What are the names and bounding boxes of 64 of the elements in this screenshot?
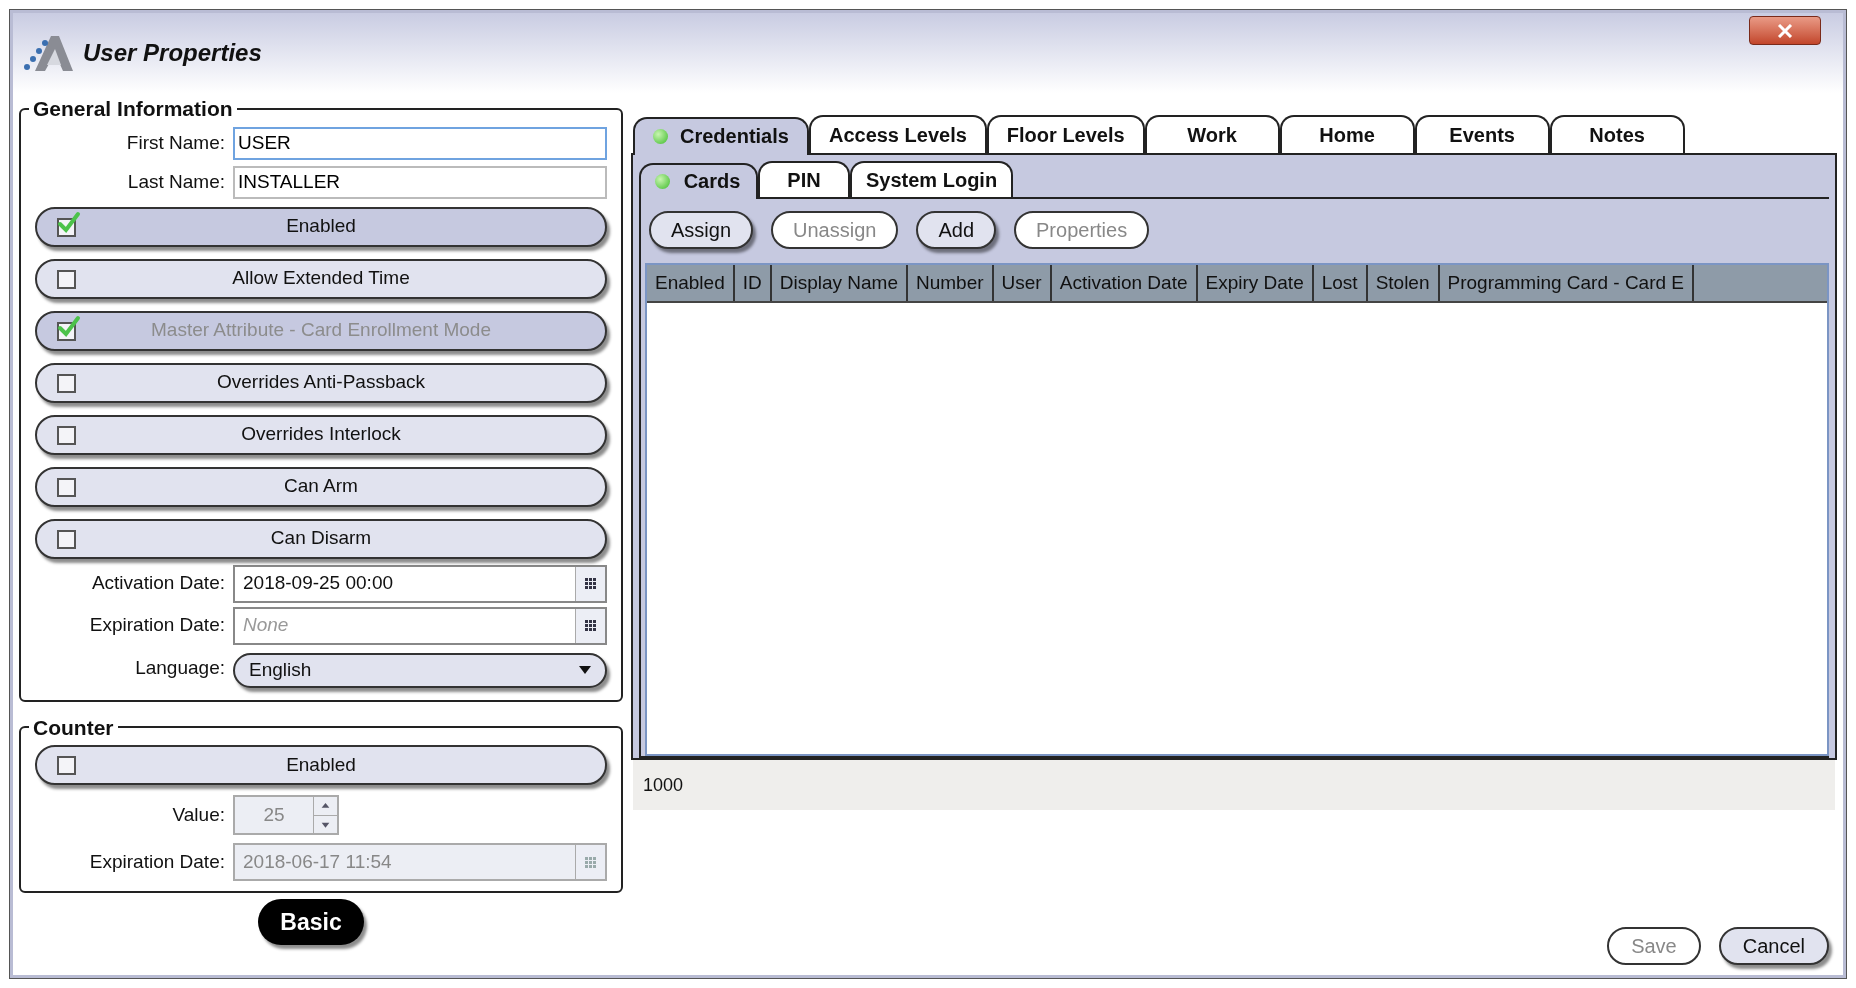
app-logo-icon: [21, 33, 73, 73]
toggle-label: Can Disarm: [269, 526, 373, 551]
column-header[interactable]: Expiry Date: [1197, 265, 1314, 301]
subtab[interactable]: PIN: [758, 161, 850, 197]
field-label: Expiration Date:: [88, 849, 225, 874]
toggle-bar[interactable]: Enabled: [35, 206, 607, 247]
toggle-bar[interactable]: Overrides Interlock: [35, 414, 607, 455]
basic-button[interactable]: Basic: [258, 899, 364, 945]
action-button[interactable]: Add: [916, 211, 996, 249]
column-header[interactable]: Stolen: [1367, 265, 1440, 301]
toggle-label: Master Attribute - Card Enrollment Mode: [150, 318, 492, 343]
toggle-label: Enabled: [285, 752, 357, 777]
toggle-label: Overrides Anti-Passback: [216, 370, 426, 395]
caret-down-icon: [579, 666, 591, 674]
tab[interactable]: Home: [1279, 115, 1415, 153]
field-label: Last Name:: [126, 169, 225, 194]
field-label: Value:: [171, 802, 225, 827]
language-dropdown[interactable]: English: [233, 652, 607, 688]
field-label: Language:: [134, 655, 225, 680]
calendar-button[interactable]: [575, 608, 605, 643]
record-count: 1000: [643, 773, 684, 797]
toggle-label: Can Arm: [283, 474, 359, 499]
toggle-label: Enabled: [285, 214, 357, 239]
column-header[interactable]: Display Name: [771, 265, 908, 301]
group-title: General Information: [32, 96, 234, 122]
window-title: User Properties: [83, 38, 262, 68]
tab[interactable]: Floor Levels: [986, 115, 1145, 153]
column-header[interactable]: Number: [908, 265, 994, 301]
toggle-label: Overrides Interlock: [240, 422, 402, 447]
toggle-bar[interactable]: Can Disarm: [35, 518, 607, 559]
column-header[interactable]: User: [993, 265, 1052, 301]
field-label: First Name:: [125, 130, 225, 155]
column-header[interactable]: Enabled: [647, 265, 735, 301]
checkbox[interactable]: [57, 210, 81, 237]
first-name-field[interactable]: USER: [233, 126, 607, 160]
tab[interactable]: Notes: [1549, 115, 1685, 153]
close-icon: [1777, 23, 1793, 38]
calendar-button[interactable]: [575, 566, 605, 601]
calendar-icon: [584, 619, 597, 632]
column-header[interactable]: Activation Date: [1051, 265, 1198, 301]
action-button[interactable]: Assign: [649, 211, 754, 249]
calendar-icon: [584, 577, 597, 590]
toggle-bar[interactable]: Allow Extended Time: [35, 258, 607, 299]
subtab[interactable]: System Login: [850, 161, 1014, 197]
toggle-bar[interactable]: Overrides Anti-Passback: [35, 362, 607, 403]
activation-date-field[interactable]: 2018-09-25 00:00: [233, 564, 607, 603]
toggle-bar[interactable]: Enabled: [35, 745, 607, 785]
calendar-icon: [584, 855, 597, 869]
field-label: Expiration Date:: [88, 613, 225, 638]
close-button[interactable]: [1749, 16, 1821, 45]
dialog-button[interactable]: Cancel: [1718, 927, 1829, 965]
tab[interactable]: Access Levels: [808, 115, 987, 153]
tab[interactable]: Credentials: [633, 117, 809, 155]
toggle-bar[interactable]: Can Arm: [35, 466, 607, 507]
column-header[interactable]: Programming Card - Card E: [1439, 265, 1695, 301]
last-name-field[interactable]: INSTALLER: [233, 165, 607, 199]
column-header[interactable]: Lost: [1313, 265, 1368, 301]
subtab[interactable]: Cards: [639, 163, 758, 199]
toggle-label: Allow Extended Time: [231, 266, 411, 291]
group-title: Counter: [32, 714, 115, 741]
field-label: Activation Date:: [90, 571, 225, 596]
tab[interactable]: Events: [1414, 115, 1550, 153]
tab[interactable]: Work: [1144, 115, 1280, 153]
column-header[interactable]: ID: [734, 265, 772, 301]
